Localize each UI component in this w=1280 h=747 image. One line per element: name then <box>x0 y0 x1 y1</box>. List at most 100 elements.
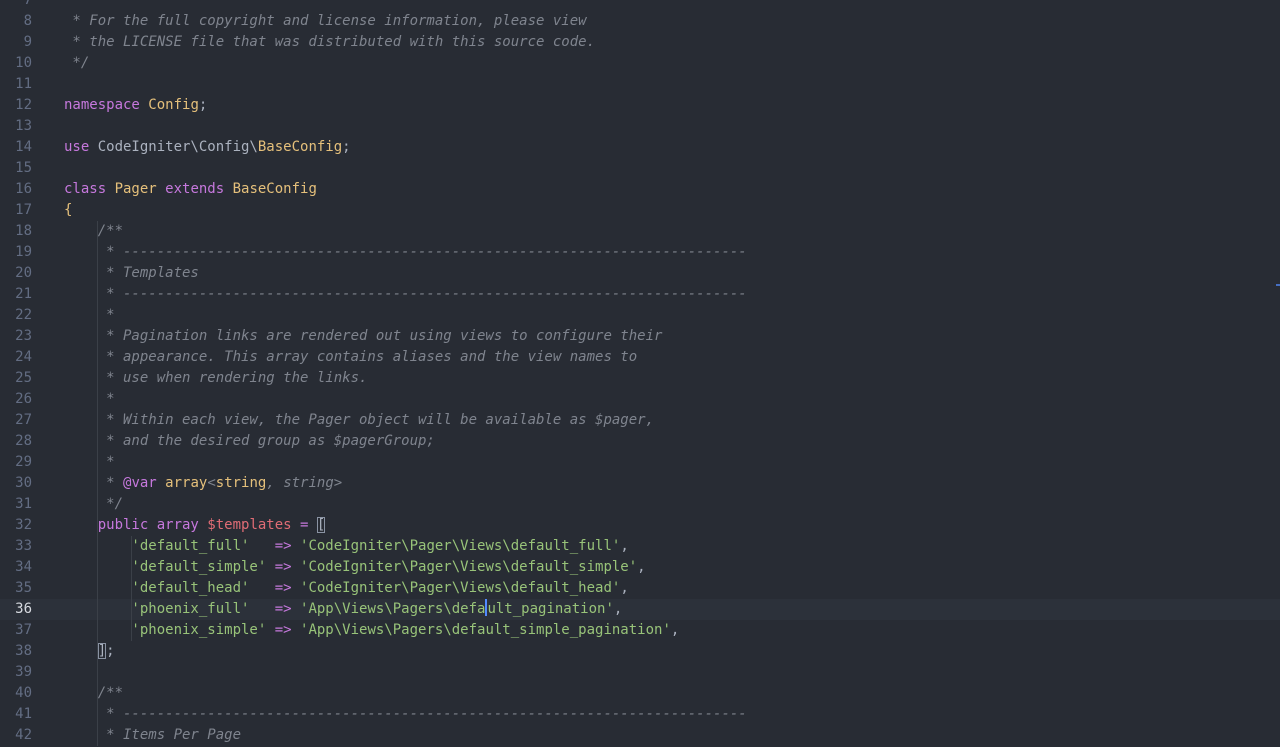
code-text[interactable]: * Within each view, the Pager object wil… <box>64 410 654 431</box>
code-text[interactable]: * <box>64 305 114 326</box>
code-text[interactable]: * --------------------------------------… <box>64 242 747 263</box>
code-line[interactable]: 33 'default_full' => 'CodeIgniter\Pager\… <box>0 536 1280 557</box>
line-number[interactable]: 20 <box>0 263 32 284</box>
line-number[interactable]: 27 <box>0 410 32 431</box>
code-text[interactable]: * use when rendering the links. <box>64 368 367 389</box>
code-line[interactable]: 8 * For the full copyright and license i… <box>0 11 1280 32</box>
code-text[interactable]: * Items Per Page <box>64 725 241 746</box>
code-text[interactable]: * --------------------------------------… <box>64 284 747 305</box>
code-line[interactable]: 23 * Pagination links are rendered out u… <box>0 326 1280 347</box>
line-number[interactable]: 9 <box>0 32 32 53</box>
code-line[interactable]: 39 <box>0 662 1280 683</box>
code-line[interactable]: 7 * <box>0 0 1280 11</box>
code-text[interactable]: public array $templates = [ <box>64 515 326 536</box>
code-line[interactable]: 16 class Pager extends BaseConfig <box>0 179 1280 200</box>
code-text[interactable]: class Pager extends BaseConfig <box>64 179 317 200</box>
code-text[interactable]: * <box>64 452 114 473</box>
code-text[interactable]: 'default_full' => 'CodeIgniter\Pager\Vie… <box>64 536 628 557</box>
code-text[interactable]: * <box>64 0 80 11</box>
line-number[interactable]: 38 <box>0 641 32 662</box>
line-number[interactable]: 33 <box>0 536 32 557</box>
code-line[interactable]: 28 * and the desired group as $pagerGrou… <box>0 431 1280 452</box>
line-number[interactable]: 26 <box>0 389 32 410</box>
code-text[interactable]: * For the full copyright and license inf… <box>64 11 586 32</box>
code-text[interactable]: * and the desired group as $pagerGroup; <box>64 431 435 452</box>
code-line[interactable]: 42 * Items Per Page <box>0 725 1280 746</box>
code-line[interactable]: 20 * Templates <box>0 263 1280 284</box>
line-number[interactable]: 35 <box>0 578 32 599</box>
code-editor[interactable]: 7 * 8 * For the full copyright and licens… <box>0 0 1280 747</box>
code-line[interactable]: 27 * Within each view, the Pager object … <box>0 410 1280 431</box>
code-text[interactable]: */ <box>64 494 123 515</box>
line-number[interactable]: 22 <box>0 305 32 326</box>
code-line[interactable]: 32 public array $templates = [ <box>0 515 1280 536</box>
line-number[interactable]: 10 <box>0 53 32 74</box>
code-lines[interactable]: 7 * 8 * For the full copyright and licens… <box>0 0 1280 746</box>
code-text[interactable]: 'phoenix_full' => 'App\Views\Pagers\defa… <box>64 599 622 620</box>
line-number[interactable]: 16 <box>0 179 32 200</box>
line-number[interactable]: 29 <box>0 452 32 473</box>
code-line[interactable]: 29 * <box>0 452 1280 473</box>
code-line[interactable]: 24 * appearance. This array contains ali… <box>0 347 1280 368</box>
line-number[interactable]: 32 <box>0 515 32 536</box>
line-number[interactable]: 7 <box>0 0 32 11</box>
code-line[interactable]: 19 * -----------------------------------… <box>0 242 1280 263</box>
line-number[interactable]: 42 <box>0 725 32 746</box>
code-text[interactable]: /** <box>64 683 123 704</box>
code-line[interactable]: 22 * <box>0 305 1280 326</box>
line-number[interactable]: 40 <box>0 683 32 704</box>
code-text[interactable]: */ <box>64 53 89 74</box>
code-text[interactable]: * --------------------------------------… <box>64 704 747 725</box>
code-line[interactable]: 17 { <box>0 200 1280 221</box>
code-line[interactable]: 18 /** <box>0 221 1280 242</box>
code-line[interactable]: 31 */ <box>0 494 1280 515</box>
scrollbar-marker[interactable] <box>1276 284 1280 286</box>
code-line[interactable]: 21 * -----------------------------------… <box>0 284 1280 305</box>
code-line[interactable]: 9 * the LICENSE file that was distribute… <box>0 32 1280 53</box>
line-number[interactable]: 17 <box>0 200 32 221</box>
code-text[interactable]: ]; <box>64 641 115 662</box>
line-number[interactable]: 39 <box>0 662 32 683</box>
line-number[interactable]: 8 <box>0 11 32 32</box>
code-line[interactable]: 13 <box>0 116 1280 137</box>
code-text[interactable]: * appearance. This array contains aliase… <box>64 347 637 368</box>
code-line[interactable]: 41 * -----------------------------------… <box>0 704 1280 725</box>
code-text[interactable]: 'phoenix_simple' => 'App\Views\Pagers\de… <box>64 620 679 641</box>
code-line[interactable]: 35 'default_head' => 'CodeIgniter\Pager\… <box>0 578 1280 599</box>
line-number[interactable]: 36 <box>0 599 32 620</box>
code-line[interactable]: 30 * @var array<string, string> <box>0 473 1280 494</box>
line-number[interactable]: 30 <box>0 473 32 494</box>
code-text[interactable]: 'default_head' => 'CodeIgniter\Pager\Vie… <box>64 578 628 599</box>
code-text[interactable]: * @var array<string, string> <box>64 473 342 494</box>
code-line[interactable]: 26 * <box>0 389 1280 410</box>
code-text[interactable]: /** <box>64 221 123 242</box>
code-text[interactable]: * <box>64 389 114 410</box>
line-number[interactable]: 15 <box>0 158 32 179</box>
line-number[interactable]: 18 <box>0 221 32 242</box>
line-number[interactable]: 12 <box>0 95 32 116</box>
line-number[interactable]: 34 <box>0 557 32 578</box>
code-line[interactable]: 11 <box>0 74 1280 95</box>
code-text[interactable]: * Templates <box>64 263 199 284</box>
line-number[interactable]: 13 <box>0 116 32 137</box>
line-number[interactable]: 37 <box>0 620 32 641</box>
code-text[interactable]: use CodeIgniter\Config\BaseConfig; <box>64 137 351 158</box>
line-number[interactable]: 24 <box>0 347 32 368</box>
line-number[interactable]: 19 <box>0 242 32 263</box>
line-number[interactable]: 23 <box>0 326 32 347</box>
line-number[interactable]: 28 <box>0 431 32 452</box>
code-text[interactable]: * the LICENSE file that was distributed … <box>64 32 595 53</box>
line-number[interactable]: 25 <box>0 368 32 389</box>
code-line[interactable]: 12 namespace Config; <box>0 95 1280 116</box>
code-line[interactable]: 38 ]; <box>0 641 1280 662</box>
code-text[interactable]: 'default_simple' => 'CodeIgniter\Pager\V… <box>64 557 645 578</box>
code-text[interactable]: { <box>64 200 72 221</box>
code-line[interactable]: 36 'phoenix_full' => 'App\Views\Pagers\d… <box>0 599 1280 620</box>
code-line[interactable]: 34 'default_simple' => 'CodeIgniter\Page… <box>0 557 1280 578</box>
code-line[interactable]: 10 */ <box>0 53 1280 74</box>
code-line[interactable]: 40 /** <box>0 683 1280 704</box>
code-line[interactable]: 25 * use when rendering the links. <box>0 368 1280 389</box>
code-line[interactable]: 15 <box>0 158 1280 179</box>
code-line[interactable]: 14 use CodeIgniter\Config\BaseConfig; <box>0 137 1280 158</box>
line-number[interactable]: 11 <box>0 74 32 95</box>
